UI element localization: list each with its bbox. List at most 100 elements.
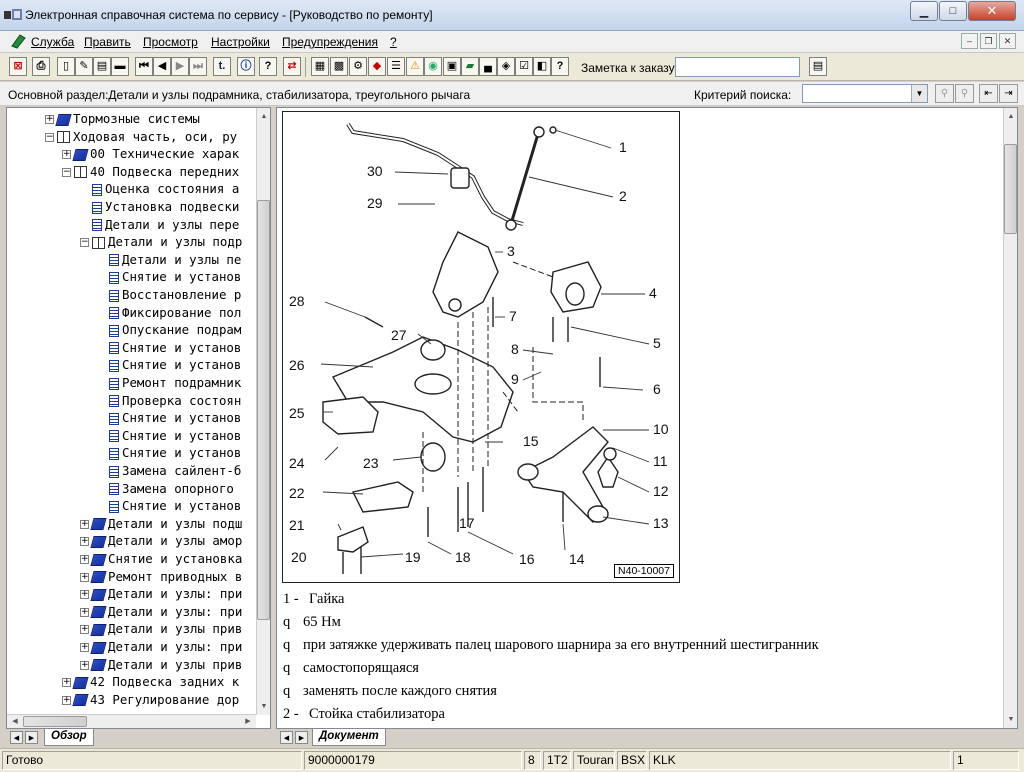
tree-item[interactable]: − 40 Подвеска передних <box>62 163 239 180</box>
tool-1-button[interactable]: ▦ <box>311 57 329 76</box>
tab-prev-icon[interactable]: ◀ <box>10 731 23 744</box>
expand-icon[interactable]: + <box>62 695 71 705</box>
mdi-minimize-button[interactable]: – <box>961 33 978 49</box>
tree-item[interactable]: + Детали и узлы прив <box>80 620 242 637</box>
print-button[interactable]: ⎙ <box>32 57 50 76</box>
menu-warnings[interactable]: Предупреждения <box>282 35 378 49</box>
vehicle-button[interactable]: ▬ <box>111 57 129 76</box>
tree-item[interactable]: Снятие и установ <box>97 409 241 426</box>
tab-overview[interactable]: Обзор <box>44 729 94 746</box>
tool-5-button[interactable]: ☰ <box>387 57 405 76</box>
tree-item[interactable]: Детали и узлы пере <box>80 216 239 233</box>
minimize-button[interactable]: ▁ <box>910 1 938 21</box>
scroll-right-icon[interactable]: ▶ <box>240 713 256 728</box>
maximize-button[interactable]: □ <box>939 1 967 21</box>
collapse-icon[interactable]: − <box>62 167 71 177</box>
edit-doc-button[interactable]: ✎ <box>75 57 93 76</box>
tool-13-button[interactable]: ◧ <box>533 57 551 76</box>
tree-item[interactable]: +00 Технические харак <box>62 145 239 162</box>
tree-item[interactable]: Проверка состоян <box>97 392 241 409</box>
collapse-icon[interactable]: − <box>80 238 89 248</box>
tree-item[interactable]: + Детали и узлы: при <box>80 603 242 620</box>
tree-item[interactable]: Снятие и установ <box>97 339 241 356</box>
expand-icon[interactable]: + <box>62 150 71 160</box>
expand-icon[interactable]: + <box>80 519 89 529</box>
menu-help[interactable]: ? <box>390 35 397 49</box>
expand-icon[interactable]: + <box>80 572 89 582</box>
tool-2-button[interactable]: ▩ <box>330 57 348 76</box>
tree-item[interactable]: +43 Регулирование дор <box>62 691 239 708</box>
menu-settings[interactable]: Настройки <box>211 35 270 49</box>
tree-item[interactable]: +42 Подвеска задних к <box>62 673 239 690</box>
scroll-down-icon[interactable]: ▼ <box>256 698 270 714</box>
next-page-button[interactable]: ▶ <box>171 57 189 76</box>
mdi-restore-button[interactable]: ❐ <box>980 33 997 49</box>
tree-item[interactable]: Ремонт подрамник <box>97 374 241 391</box>
tab-document[interactable]: Документ <box>312 729 386 746</box>
tree-item[interactable]: − Ходовая часть, оси, ру <box>45 128 237 145</box>
tree-item[interactable]: Установка подвески <box>80 198 239 215</box>
new-doc-button[interactable]: ▯ <box>57 57 75 76</box>
menu-edit[interactable]: Править <box>84 35 131 49</box>
tree-item[interactable]: Фиксирование пол <box>97 304 241 321</box>
tree-item[interactable]: Снятие и установ <box>97 497 241 514</box>
tab-prev-icon[interactable]: ◀ <box>280 731 293 744</box>
expand-icon[interactable]: + <box>80 643 89 652</box>
note-edit-button[interactable]: ▤ <box>809 57 827 76</box>
tree-item[interactable]: Восстановление р <box>97 286 241 303</box>
tree-item[interactable]: Оценка состояния а <box>80 180 239 197</box>
tree-item[interactable]: + Ремонт приводных в <box>80 568 242 585</box>
expand-icon[interactable]: + <box>80 555 89 564</box>
tree-horizontal-scrollbar[interactable]: ◀ ▶ <box>7 714 256 728</box>
tool-4-button[interactable]: ◆ <box>368 57 386 76</box>
tree-item[interactable]: + Детали и узлы: при <box>80 585 242 602</box>
document-vertical-scrollbar[interactable]: ▲ ▼ <box>1003 108 1017 728</box>
tool-10-button[interactable]: ▄ <box>479 57 497 76</box>
expand-icon[interactable]: + <box>80 607 89 617</box>
expand-icon[interactable]: + <box>80 590 89 600</box>
tree-item[interactable]: + Детали и узлы прив <box>80 656 242 673</box>
tree-item[interactable]: + Детали и узлы амор <box>80 532 242 549</box>
menu-view[interactable]: Просмотр <box>143 35 198 49</box>
first-page-button[interactable]: ⏮ <box>135 57 153 76</box>
tool-8-button[interactable]: ▣ <box>443 57 461 76</box>
tree-item[interactable]: + Детали и узлы подш <box>80 515 242 532</box>
tree-scroll-thumb[interactable] <box>257 200 270 620</box>
search-prev-button[interactable]: ⚲ <box>935 84 954 103</box>
last-page-button[interactable]: ⏭ <box>189 57 207 76</box>
tree-vertical-scrollbar[interactable]: ▲ ▼ <box>256 108 270 715</box>
back-button[interactable]: t. <box>213 57 231 76</box>
expand-icon[interactable]: + <box>80 537 89 547</box>
tool-9-button[interactable]: ▰ <box>461 57 479 76</box>
collapse-left-button[interactable]: ⇤ <box>979 84 998 103</box>
order-note-input[interactable] <box>675 57 800 77</box>
tree-item[interactable]: + Снятие и установка <box>80 550 242 567</box>
tree-item[interactable]: Опускание подрам <box>97 321 241 338</box>
expand-icon[interactable]: + <box>80 660 89 670</box>
tab-next-icon[interactable]: ▶ <box>25 731 38 744</box>
tool-7-button[interactable]: ◉ <box>424 57 442 76</box>
tree-item[interactable]: + Тормозные системы <box>45 110 200 127</box>
mdi-close-button[interactable]: ✕ <box>999 33 1016 49</box>
tool-12-button[interactable]: ☑ <box>515 57 533 76</box>
exit-button[interactable]: ⊠ <box>9 57 27 76</box>
tab-next-icon[interactable]: ▶ <box>295 731 308 744</box>
help-button[interactable]: ? <box>259 57 277 76</box>
menu-service[interactable]: Служба <box>31 35 74 49</box>
collapse-icon[interactable]: − <box>45 132 54 142</box>
chevron-down-icon[interactable]: ▼ <box>911 85 927 102</box>
tree-item[interactable]: + Детали и узлы: при <box>80 638 242 655</box>
doc-list-button[interactable]: ▤ <box>93 57 111 76</box>
document-scroll-thumb[interactable] <box>1004 144 1017 234</box>
tool-11-button[interactable]: ◈ <box>497 57 515 76</box>
tree-item[interactable]: Снятие и установ <box>97 444 241 461</box>
tree-item[interactable]: Снятие и установ <box>97 356 241 373</box>
prev-page-button[interactable]: ◀ <box>153 57 171 76</box>
search-next-button[interactable]: ⚲ <box>955 84 974 103</box>
tool-6-button[interactable]: ⚠ <box>406 57 424 76</box>
tree-item[interactable]: Детали и узлы пе <box>97 251 241 268</box>
tree-item[interactable]: Замена опорного <box>97 480 234 497</box>
tree-item[interactable]: Снятие и установ <box>97 427 241 444</box>
tree-hscroll-thumb[interactable] <box>23 716 87 727</box>
scroll-left-icon[interactable]: ◀ <box>7 713 23 728</box>
